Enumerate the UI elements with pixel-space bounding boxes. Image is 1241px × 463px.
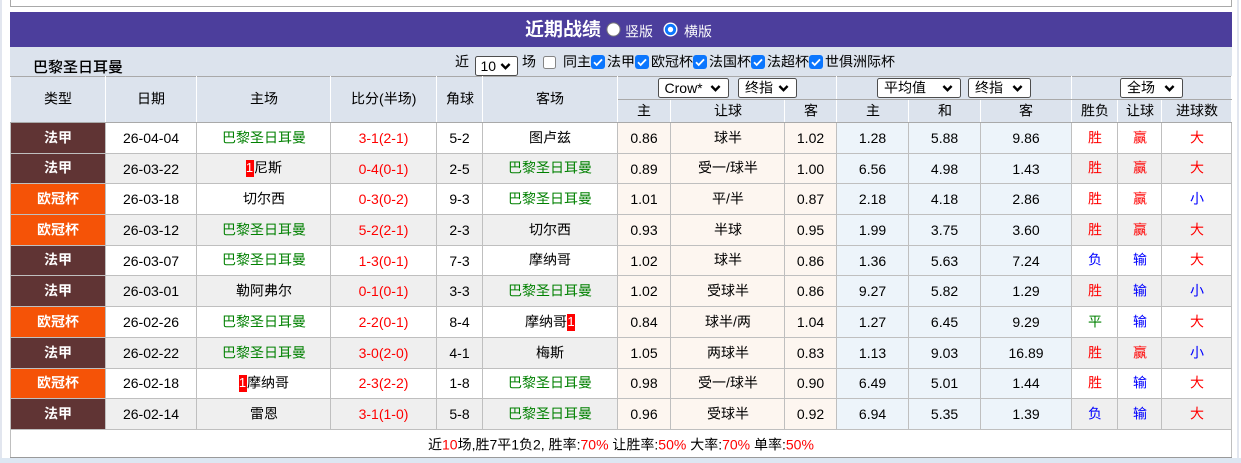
svg-text:/: / xyxy=(726,191,730,206)
svg-text:/: / xyxy=(726,375,730,390)
svg-text:/: / xyxy=(726,160,730,175)
svg-text:): ) xyxy=(411,91,416,106)
svg-text:1: 1 xyxy=(511,437,519,453)
svg-text:70%: 70% xyxy=(722,437,750,453)
svg-text:50%: 50% xyxy=(658,437,686,453)
svg-text:7: 7 xyxy=(490,437,498,453)
svg-text:50%: 50% xyxy=(786,437,814,453)
svg-text:(: ( xyxy=(379,91,384,106)
svg-text:2,: 2, xyxy=(533,437,545,453)
svg-text:,: , xyxy=(472,437,476,453)
svg-text:10: 10 xyxy=(442,437,458,453)
svg-text:/: / xyxy=(733,314,737,329)
svg-text:70%: 70% xyxy=(581,437,609,453)
